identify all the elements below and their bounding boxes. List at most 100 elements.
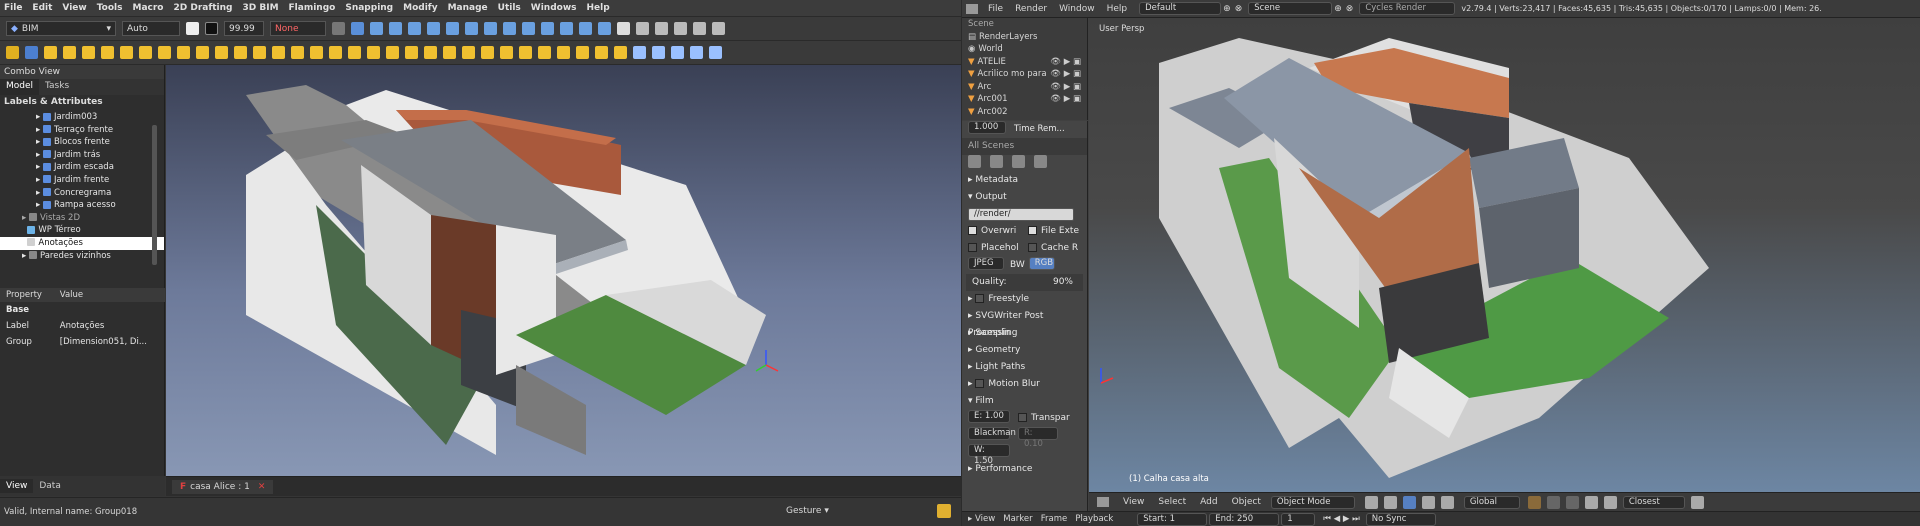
- filter-type-selector[interactable]: Blackman: [968, 427, 1016, 440]
- freecad-3d-view[interactable]: [166, 65, 961, 476]
- equipment-icon[interactable]: [481, 46, 494, 59]
- property-value[interactable]: [54, 302, 165, 318]
- snap-center-icon[interactable]: [408, 22, 421, 35]
- pivot-icon[interactable]: [1383, 495, 1397, 509]
- visibility-icons[interactable]: 👁 ▶ ▣: [1050, 81, 1081, 94]
- tab-tasks[interactable]: Tasks: [39, 79, 75, 95]
- snap-angle-icon[interactable]: [427, 22, 440, 35]
- rgb-button[interactable]: RGB: [1028, 257, 1055, 270]
- array-icon[interactable]: [712, 22, 725, 35]
- window-icon[interactable]: [386, 46, 399, 59]
- door-icon[interactable]: [367, 46, 380, 59]
- layers-icon[interactable]: [1565, 495, 1579, 509]
- menu-modify[interactable]: Modify: [403, 3, 437, 13]
- tree-item[interactable]: ▸ Terraço frente: [0, 124, 164, 137]
- document-tab[interactable]: F casa Alice : 1 ✕: [172, 479, 274, 494]
- open-file-icon[interactable]: [25, 46, 38, 59]
- outliner-item[interactable]: ▼ Arc002: [962, 106, 1087, 119]
- line-icon[interactable]: [44, 46, 57, 59]
- tab-data[interactable]: Data: [33, 479, 67, 493]
- visibility-icons[interactable]: 👁 ▶ ▣: [1050, 93, 1081, 106]
- point-icon[interactable]: [196, 46, 209, 59]
- trim-icon[interactable]: [709, 46, 722, 59]
- snap-midpoint-icon[interactable]: [389, 22, 402, 35]
- section-plane-icon[interactable]: [576, 46, 589, 59]
- overwrite-checkbox[interactable]: Overwri: [968, 223, 1028, 240]
- tab-view[interactable]: View: [0, 479, 34, 493]
- snap-icon[interactable]: [1603, 495, 1617, 509]
- start-frame-field[interactable]: Start: 1: [1137, 512, 1208, 526]
- level-icon[interactable]: [557, 46, 570, 59]
- layers-icon[interactable]: [674, 22, 687, 35]
- snap-perpendicular-icon[interactable]: [465, 22, 478, 35]
- workbench-selector[interactable]: ◆ BIM ▾: [6, 21, 116, 36]
- dimension-tool-icon[interactable]: [253, 46, 266, 59]
- close-icon[interactable]: ✕: [258, 482, 266, 492]
- panel-motion-blur[interactable]: ▸ Motion Blur: [962, 376, 1087, 393]
- clone-icon[interactable]: [693, 22, 706, 35]
- manipulator-icon[interactable]: [1402, 495, 1416, 509]
- placeholders-checkbox[interactable]: Placehol: [968, 240, 1028, 257]
- schedule-icon[interactable]: [614, 46, 627, 59]
- tree-item[interactable]: ▸ Vistas 2D: [0, 212, 164, 225]
- menu-view[interactable]: View: [62, 3, 86, 13]
- tree-item[interactable]: ▸ Jardim trás: [0, 149, 164, 162]
- site-icon[interactable]: [519, 46, 532, 59]
- visibility-icons[interactable]: 👁 ▶ ▣: [1050, 68, 1081, 81]
- offset-icon[interactable]: [690, 46, 703, 59]
- rectangle-icon[interactable]: [139, 46, 152, 59]
- tree-item[interactable]: ▸ Blocos frente: [0, 136, 164, 149]
- grid-icon[interactable]: [332, 22, 345, 35]
- panel-svgwriter[interactable]: ▸ SVGWriter Post Processin: [962, 308, 1087, 338]
- construction-mode-selector[interactable]: Auto: [122, 21, 180, 36]
- outliner-item[interactable]: ▼ Acrilico mo para 👁 ▶ ▣: [962, 68, 1087, 81]
- menu-file[interactable]: File: [4, 3, 22, 13]
- tree-item[interactable]: ▸ Rampa acesso: [0, 199, 164, 212]
- exposure-field[interactable]: E: 1.00: [968, 410, 1010, 423]
- tree-scrollbar[interactable]: [152, 125, 157, 265]
- style-selector[interactable]: None: [270, 21, 326, 36]
- bspline-icon[interactable]: [177, 46, 190, 59]
- building-icon[interactable]: [538, 46, 551, 59]
- snap-extension-icon[interactable]: [484, 22, 497, 35]
- menu-window[interactable]: Window: [1059, 4, 1095, 14]
- snap-lock-icon[interactable]: [351, 22, 364, 35]
- tree-item[interactable]: WP Térreo: [0, 224, 164, 237]
- menu-add[interactable]: Add: [1200, 497, 1217, 507]
- editor-type-icon[interactable]: [1097, 497, 1109, 507]
- outliner-item[interactable]: ▼ Arc001 👁 ▶ ▣: [962, 93, 1087, 106]
- add-scene-icon[interactable]: ⊕: [1334, 4, 1342, 14]
- tab-model[interactable]: Model: [0, 79, 40, 95]
- render-engine-selector[interactable]: Cycles Render: [1359, 2, 1456, 15]
- mode-selector[interactable]: Object Mode: [1270, 495, 1355, 509]
- report-view-icon[interactable]: [937, 504, 951, 518]
- section-metadata[interactable]: ▸ Metadata: [962, 172, 1087, 189]
- all-scenes-filter[interactable]: All Scenes: [962, 138, 1087, 155]
- section-output[interactable]: ▾ Output: [962, 189, 1087, 206]
- file-format-selector[interactable]: JPEG: [968, 257, 1004, 270]
- line-width-field[interactable]: 99.99: [224, 21, 264, 36]
- render-preview-icon[interactable]: [1690, 495, 1704, 509]
- menu-help[interactable]: Help: [1107, 4, 1128, 14]
- menu-object[interactable]: Object: [1232, 497, 1261, 507]
- outliner-item[interactable]: ▤ RenderLayers: [962, 31, 1087, 44]
- snap-target-selector[interactable]: Closest: [1622, 495, 1685, 509]
- tree-item[interactable]: ▸ Jardim003: [0, 111, 164, 124]
- panel-freestyle[interactable]: ▸ Freestyle: [962, 291, 1087, 308]
- quality-slider[interactable]: Quality: 90%: [966, 274, 1083, 291]
- dimension-icon[interactable]: [655, 22, 668, 35]
- timeline-menu[interactable]: ▸ View Marker Frame Playback: [968, 514, 1113, 524]
- face-color-icon[interactable]: [205, 22, 218, 35]
- circle-icon[interactable]: [82, 46, 95, 59]
- outliner-item[interactable]: Scene: [962, 18, 1087, 31]
- tools-icon[interactable]: [617, 22, 630, 35]
- roughness-field[interactable]: R: 0.10: [1018, 427, 1058, 449]
- menu-3d-bim[interactable]: 3D BIM: [243, 3, 279, 13]
- scale-icon[interactable]: [671, 46, 684, 59]
- orientation-selector[interactable]: Global: [1463, 495, 1520, 509]
- tree-item[interactable]: ▸ Concregrama: [0, 187, 164, 200]
- outliner-item[interactable]: ▼ ATELIE 👁 ▶ ▣: [962, 56, 1087, 69]
- output-path-field[interactable]: //render/: [968, 208, 1074, 221]
- snap-endpoint-icon[interactable]: [370, 22, 383, 35]
- curtain-wall-icon[interactable]: [462, 46, 475, 59]
